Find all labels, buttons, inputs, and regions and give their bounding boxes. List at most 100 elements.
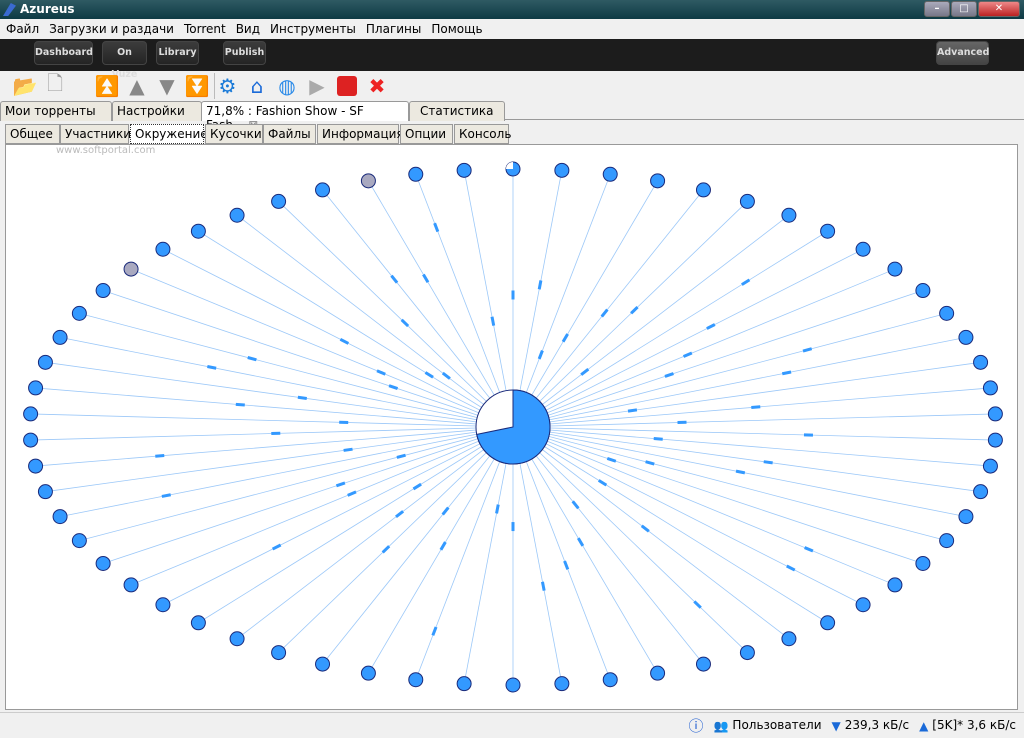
peer-node[interactable] (123, 261, 139, 277)
peer-node[interactable] (360, 665, 376, 681)
close-button[interactable]: ✕ (978, 1, 1020, 17)
peer-node[interactable] (52, 509, 68, 525)
tab-general[interactable]: Общее (5, 124, 60, 144)
peer-node[interactable] (408, 672, 424, 688)
peer-node[interactable] (820, 223, 836, 239)
menu-file[interactable]: Файл (6, 19, 47, 39)
peer-node[interactable] (28, 380, 44, 396)
swarm-graph[interactable] (6, 145, 1019, 711)
peer-node[interactable] (71, 533, 87, 549)
download-speed[interactable]: ▼ 239,3 кБ/с (832, 718, 910, 733)
peer-node[interactable] (190, 615, 206, 631)
peer-node[interactable] (973, 484, 989, 500)
peer-node[interactable] (820, 615, 836, 631)
peer-node[interactable] (602, 672, 618, 688)
minimize-button[interactable]: – (924, 1, 950, 17)
peer-node[interactable] (71, 305, 87, 321)
upload-speed[interactable]: ▲ [5K]* 3,6 кБ/с (919, 718, 1016, 733)
menu-view[interactable]: Вид (236, 19, 268, 39)
peer-node[interactable] (190, 223, 206, 239)
menu-downloads[interactable]: Загрузки и раздачи (49, 19, 182, 39)
peer-node[interactable] (781, 631, 797, 647)
globe-icon[interactable]: ◍ (274, 73, 300, 99)
peer-node[interactable] (887, 577, 903, 593)
peer-node[interactable] (315, 182, 331, 198)
peer-node[interactable] (23, 406, 39, 422)
peer-node[interactable] (271, 645, 287, 661)
peer-node[interactable] (739, 193, 755, 209)
peer-node[interactable] (95, 555, 111, 571)
tab-console[interactable]: Консоль (454, 124, 511, 144)
tab-pieces[interactable]: Кусочки (205, 124, 263, 144)
stop-icon[interactable] (334, 73, 360, 99)
peer-node[interactable] (939, 305, 955, 321)
tab-peers[interactable]: Участники (60, 124, 131, 144)
peer-node[interactable] (229, 207, 245, 223)
peer-node[interactable] (887, 261, 903, 277)
tab-files[interactable]: Файлы (263, 124, 316, 144)
peer-node[interactable] (982, 458, 998, 474)
peer-node[interactable] (982, 380, 998, 396)
peer-node[interactable] (123, 577, 139, 593)
peer-node[interactable] (650, 173, 666, 189)
peer-node[interactable] (37, 354, 53, 370)
peer-node[interactable] (855, 241, 871, 257)
maximize-button[interactable]: □ (951, 1, 977, 17)
tab-my-torrents[interactable]: Мои торренты (0, 101, 112, 121)
tab-settings[interactable]: Настройки (112, 101, 202, 121)
info-icon[interactable]: ⓘ (688, 715, 703, 736)
peer-node[interactable] (958, 509, 974, 525)
on-vuze-button[interactable]: On Vuze (102, 41, 147, 80)
peer-node[interactable] (155, 597, 171, 613)
gear-icon[interactable]: ⚙ (214, 73, 240, 99)
peer-node[interactable] (28, 458, 44, 474)
peer-node[interactable] (554, 162, 570, 178)
tab-info[interactable]: Информация (317, 124, 404, 144)
peer-node[interactable] (695, 656, 711, 672)
new-file-icon[interactable]: 🗋 (42, 71, 68, 99)
peer-node[interactable] (987, 432, 1003, 448)
peer-node[interactable] (408, 166, 424, 182)
peer-node[interactable] (650, 665, 666, 681)
peer-node[interactable] (987, 406, 1003, 422)
peer-node[interactable] (554, 676, 570, 692)
peer-node[interactable] (695, 182, 711, 198)
peer-node[interactable] (915, 283, 931, 299)
peer-node[interactable] (958, 329, 974, 345)
tab-statistics[interactable]: Статистика (409, 101, 505, 121)
publish-button[interactable]: Publish (223, 41, 266, 65)
peer-node[interactable] (52, 329, 68, 345)
peer-node[interactable] (505, 677, 521, 693)
peer-node[interactable] (781, 207, 797, 223)
tab-swarm[interactable]: Окружение (130, 124, 208, 144)
move-down-icon[interactable]: ▼ (154, 73, 180, 99)
dashboard-button[interactable]: Dashboard (34, 41, 93, 65)
tab-torrent[interactable]: 71,8% : Fashion Show - SF Fash... ⊠ (201, 101, 409, 132)
home-icon[interactable]: ⌂ (244, 73, 270, 99)
peer-node[interactable] (229, 631, 245, 647)
peer-node[interactable] (37, 484, 53, 500)
open-folder-icon[interactable]: 📂 (12, 73, 38, 99)
peer-node[interactable] (739, 645, 755, 661)
peer-node[interactable] (95, 283, 111, 299)
menu-torrent[interactable]: Torrent (184, 19, 234, 39)
menu-help[interactable]: Помощь (431, 19, 490, 39)
move-top-icon[interactable]: ⏫ (94, 73, 120, 99)
peer-node[interactable] (939, 533, 955, 549)
peer-node[interactable] (915, 555, 931, 571)
peer-node[interactable] (855, 597, 871, 613)
peer-node[interactable] (23, 432, 39, 448)
move-up-icon[interactable]: ▲ (124, 73, 150, 99)
move-bottom-icon[interactable]: ⏬ (184, 73, 210, 99)
menu-tools[interactable]: Инструменты (270, 19, 364, 39)
peer-node[interactable] (973, 354, 989, 370)
play-icon[interactable]: ▶ (304, 73, 330, 99)
library-button[interactable]: Library (156, 41, 199, 65)
users-status[interactable]: 👥 Пользователи (713, 718, 821, 733)
advanced-button[interactable]: Advanced (936, 41, 989, 65)
peer-node[interactable] (315, 656, 331, 672)
tab-options[interactable]: Опции (400, 124, 453, 144)
menu-plugins[interactable]: Плагины (366, 19, 429, 39)
peer-node[interactable] (360, 173, 376, 189)
peer-node[interactable] (456, 162, 472, 178)
